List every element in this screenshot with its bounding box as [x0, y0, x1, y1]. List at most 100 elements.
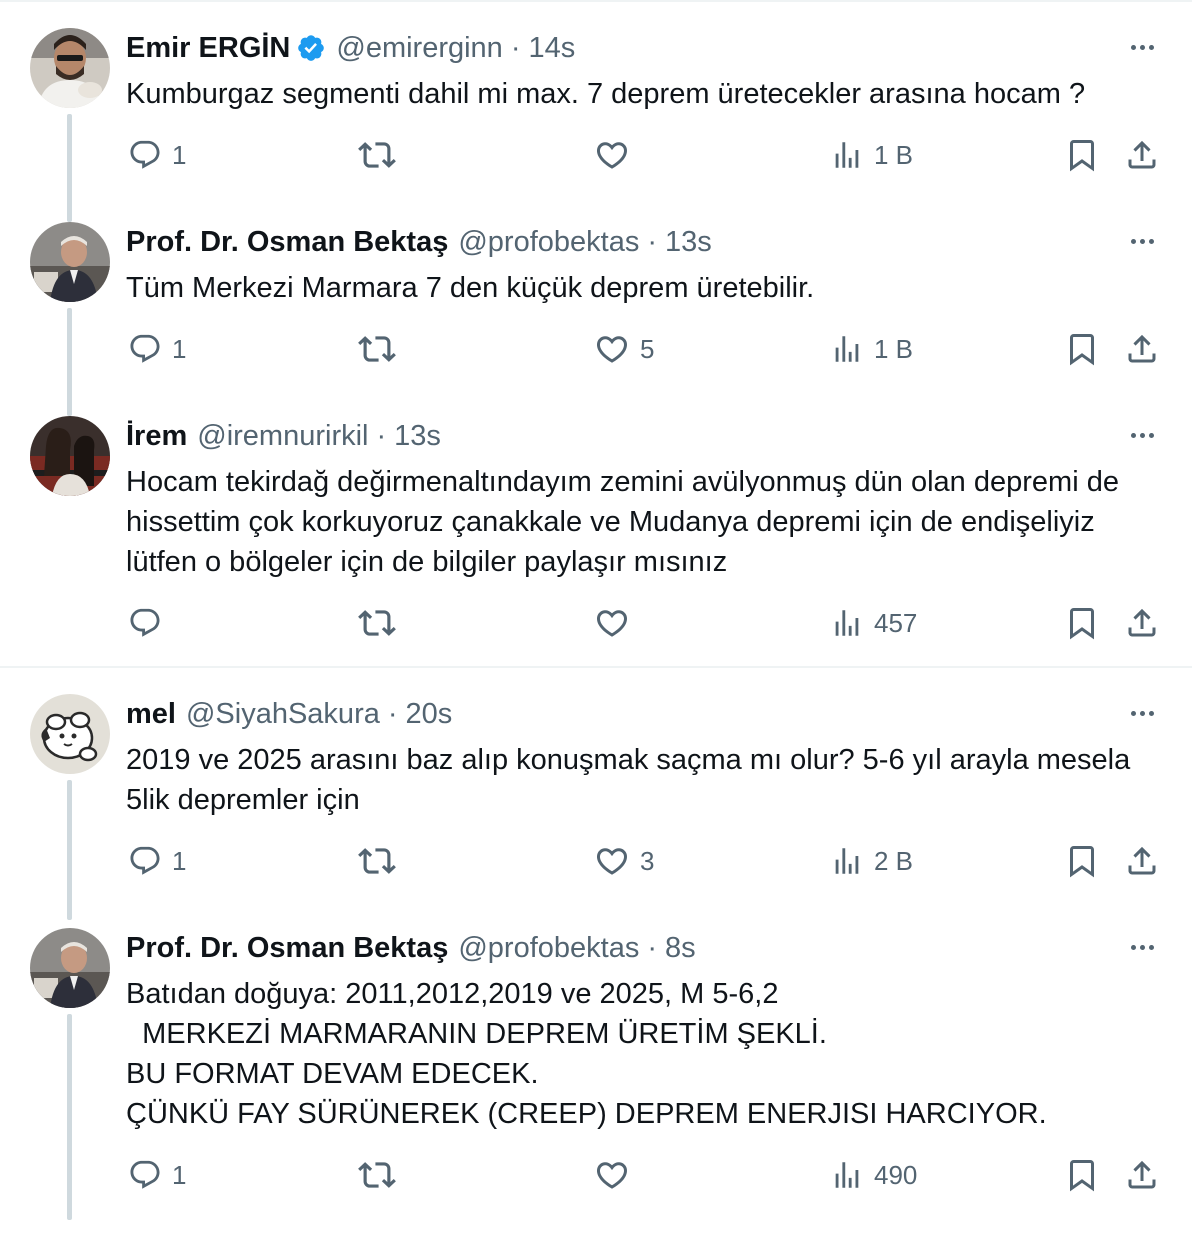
more-icon[interactable] [1122, 226, 1162, 256]
retweet-button[interactable] [358, 329, 406, 369]
share-button[interactable] [1124, 329, 1160, 369]
share-button[interactable] [1124, 603, 1160, 643]
more-icon[interactable] [1122, 932, 1162, 962]
bookmark-button[interactable] [1064, 603, 1100, 643]
retweet-button[interactable] [358, 603, 406, 643]
handle[interactable]: @emirerginn [336, 30, 502, 66]
views-button[interactable]: 490 [830, 1155, 917, 1195]
retweet-button[interactable] [358, 1155, 406, 1195]
more-icon[interactable] [1122, 32, 1162, 62]
tweet-header: Prof. Dr. Osman Bektaş @profobektas · 13… [126, 224, 712, 260]
bookmark-button[interactable] [1064, 841, 1100, 881]
avatar[interactable] [30, 416, 110, 496]
like-button[interactable]: 3 [594, 841, 654, 881]
avatar[interactable] [30, 222, 110, 302]
reply-button[interactable]: 1 [128, 135, 186, 175]
display-name[interactable]: Prof. Dr. Osman Bektaş [126, 930, 448, 966]
views-button[interactable]: 2 B [830, 841, 913, 881]
separator-dot: · [376, 420, 387, 452]
views-icon [835, 610, 859, 636]
views-button[interactable]: 457 [830, 603, 917, 643]
bookmark-button[interactable] [1064, 329, 1100, 369]
handle[interactable]: @profobektas [458, 930, 639, 966]
thread-connector-line [67, 1014, 72, 1220]
retweet-icon [358, 1162, 396, 1188]
share-icon [1128, 846, 1156, 875]
handle[interactable]: @SiyahSakura [186, 696, 380, 732]
reply-icon [130, 140, 160, 169]
separator-dot: · [647, 226, 657, 258]
share-icon [1128, 334, 1156, 363]
tweet-text: Batıdan doğuya: 2011,2012,2019 ve 2025, … [126, 978, 1047, 1130]
like-icon [596, 1162, 628, 1189]
avatar[interactable] [30, 694, 110, 774]
tweet-header: Prof. Dr. Osman Bektaş @profobektas · 8s [126, 930, 696, 966]
tweet-text: Tüm Merkezi Marmara 7 den küçük deprem ü… [126, 272, 815, 304]
bookmark-button[interactable] [1064, 1155, 1100, 1195]
like-icon [596, 610, 628, 637]
reply-count: 1 [172, 334, 187, 364]
views-count: 2 B [874, 846, 914, 876]
views-count: 457 [874, 608, 918, 638]
handle[interactable]: @profobektas [458, 224, 639, 260]
handle[interactable]: @iremnurirkil [197, 418, 368, 454]
views-count: 1 B [874, 140, 914, 170]
reply-count: 1 [172, 846, 187, 876]
display-name[interactable]: Emir ERGİN [126, 30, 290, 66]
like-button[interactable] [594, 1155, 640, 1195]
avatar[interactable] [30, 928, 110, 1008]
views-icon [835, 142, 859, 168]
retweet-button[interactable] [358, 135, 406, 175]
share-button[interactable] [1124, 135, 1160, 175]
views-button[interactable]: 1 B [830, 135, 913, 175]
like-button[interactable]: 5 [594, 329, 654, 369]
like-button[interactable] [594, 603, 640, 643]
avatar[interactable] [30, 28, 110, 108]
thread-connector-line [67, 780, 72, 920]
tweet-text: 2019 ve 2025 arasını baz alıp konuşmak s… [126, 744, 1139, 816]
timestamp[interactable]: 20s [406, 696, 453, 732]
reply-button[interactable]: 1 [128, 329, 186, 369]
separator-dot: · [387, 698, 398, 730]
reply-icon [130, 334, 160, 363]
retweet-icon [358, 610, 396, 636]
display-name[interactable]: İrem [126, 418, 187, 454]
bookmark-button[interactable] [1064, 135, 1100, 175]
conversation-divider [0, 666, 1192, 668]
share-button[interactable] [1124, 1155, 1160, 1195]
verified-badge-icon [296, 33, 326, 63]
like-count: 5 [640, 334, 655, 364]
timestamp[interactable]: 8s [665, 930, 696, 966]
reply-button[interactable]: 1 [128, 1155, 186, 1195]
share-icon [1128, 608, 1156, 637]
retweet-icon [358, 142, 396, 168]
more-icon[interactable] [1122, 698, 1162, 728]
reply-button[interactable] [128, 603, 172, 643]
timestamp[interactable]: 14s [529, 30, 576, 66]
tweet-text: Hocam tekirdağ değirmenaltındayım zemini… [126, 466, 1128, 578]
views-button[interactable]: 1 B [830, 329, 913, 369]
display-name[interactable]: mel [126, 696, 176, 732]
bookmark-icon [1070, 334, 1094, 366]
bookmark-icon [1070, 608, 1094, 640]
display-name[interactable]: Prof. Dr. Osman Bektaş [126, 224, 448, 260]
views-icon [835, 848, 859, 874]
retweet-icon [358, 336, 396, 362]
thread-connector-line [67, 114, 72, 222]
like-icon [596, 848, 628, 875]
reply-icon [130, 608, 160, 637]
tweet-header: mel @SiyahSakura · 20s [126, 696, 452, 732]
timestamp[interactable]: 13s [394, 418, 441, 454]
more-icon[interactable] [1122, 420, 1162, 450]
retweet-button[interactable] [358, 841, 406, 881]
like-button[interactable] [594, 135, 640, 175]
share-icon [1128, 140, 1156, 169]
timestamp[interactable]: 13s [665, 224, 712, 260]
tweet-header: Emir ERGİN @emirerginn · 14s [126, 30, 575, 66]
reply-count: 1 [172, 140, 187, 170]
reply-button[interactable]: 1 [128, 841, 186, 881]
share-button[interactable] [1124, 841, 1160, 881]
tweet-text: Kumburgaz segmenti dahil mi max. 7 depre… [126, 78, 1086, 110]
tweet-header: İrem @iremnurirkil · 13s [126, 418, 441, 454]
share-icon [1128, 1160, 1156, 1189]
